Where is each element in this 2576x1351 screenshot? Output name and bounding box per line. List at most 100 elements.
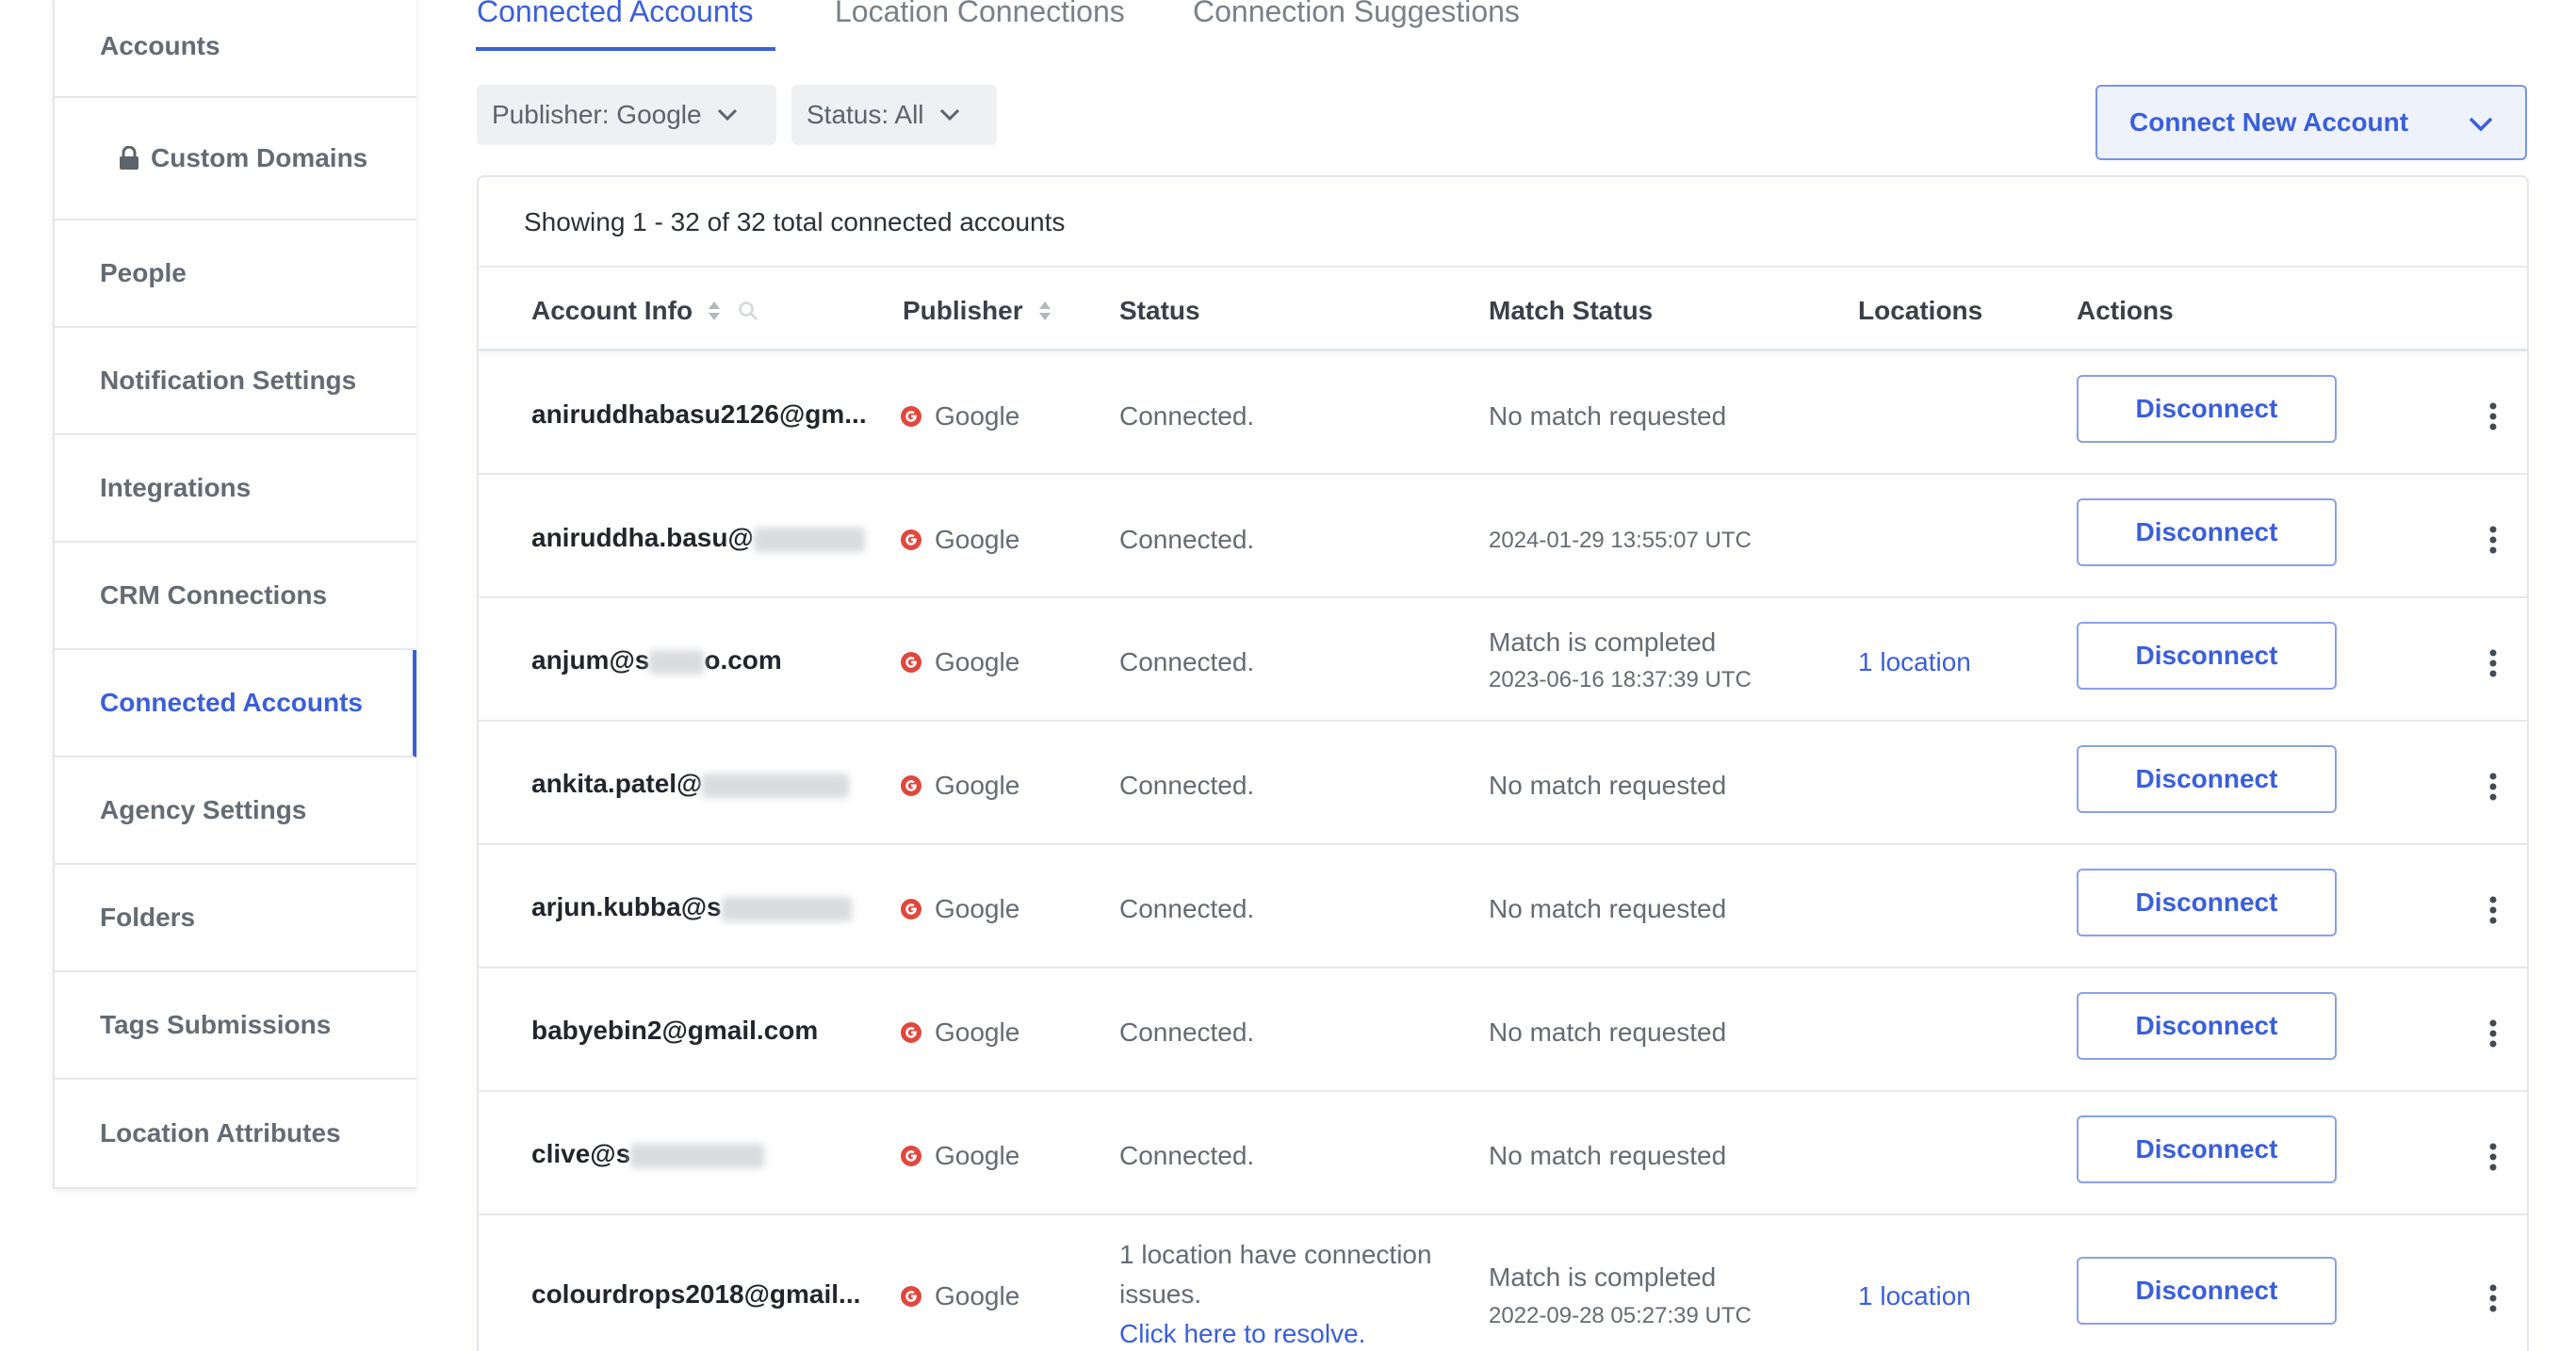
resolve-issues-link[interactable]: Click here to resolve. — [1119, 1319, 1365, 1349]
more-options-icon[interactable] — [2488, 1142, 2498, 1172]
google-icon — [901, 1146, 921, 1166]
status-text: Connected. — [1119, 894, 1255, 923]
match-status: Match is completed — [1489, 627, 1717, 657]
match-status: No match requested — [1489, 401, 1727, 431]
sidebar-item-label: Integrations — [100, 473, 252, 502]
more-options-icon[interactable] — [2488, 772, 2498, 802]
column-header-publisher[interactable]: Publisher — [903, 296, 1052, 326]
tab-connected-accounts[interactable]: Connected Accounts — [477, 0, 754, 29]
tab-location-connections[interactable]: Location Connections — [835, 0, 1125, 29]
redacted-text — [721, 896, 852, 921]
google-icon — [901, 406, 921, 427]
column-header-status: Status — [1119, 296, 1200, 325]
account-email: colourdrops2018@gmail... — [531, 1279, 861, 1309]
account-email-text: clive@s — [531, 1139, 631, 1168]
disconnect-button[interactable]: Disconnect — [2077, 992, 2337, 1060]
more-options-icon[interactable] — [2488, 1018, 2498, 1049]
sidebar-item-custom-domains[interactable]: Custom Domains — [55, 98, 416, 220]
publisher-name: Google — [935, 771, 1020, 800]
sidebar-item-people[interactable]: People — [55, 220, 416, 328]
account-email: babyebin2@gmail.com — [531, 1016, 819, 1045]
connect-new-account-button[interactable]: Connect New Account — [2095, 85, 2527, 160]
publisher-cell: Google — [901, 1281, 1019, 1311]
status-text: Connected. — [1119, 647, 1255, 676]
locations-link[interactable]: 1 location — [1858, 1281, 1971, 1311]
sidebar-item-accounts[interactable]: Accounts — [55, 0, 416, 98]
search-icon[interactable] — [738, 301, 758, 321]
publisher-name: Google — [935, 1017, 1020, 1047]
google-icon — [901, 775, 921, 796]
disconnect-button[interactable]: Disconnect — [2077, 498, 2337, 566]
sidebar-item-label: Custom Domains — [151, 143, 368, 172]
sidebar-item-folders[interactable]: Folders — [55, 865, 416, 972]
disconnect-button[interactable]: Disconnect — [2077, 375, 2337, 443]
disconnect-button[interactable]: Disconnect — [2077, 1115, 2337, 1183]
sidebar-item-connected-accounts[interactable]: Connected Accounts — [55, 650, 416, 757]
status-text: 1 location have connection — [1119, 1240, 1432, 1269]
sidebar-item-crm-connections[interactable]: CRM Connections — [55, 543, 416, 650]
column-header-label: Account Info — [531, 296, 693, 325]
publisher-name: Google — [935, 525, 1020, 554]
account-email-text: anjum@s — [531, 645, 650, 675]
google-icon — [901, 529, 921, 550]
sidebar-item-label: CRM Connections — [100, 580, 328, 610]
sidebar-item-location-attributes[interactable]: Location Attributes — [55, 1080, 416, 1187]
disconnect-button[interactable]: Disconnect — [2077, 745, 2337, 813]
redacted-text — [753, 527, 865, 552]
chevron-down-icon — [717, 108, 737, 122]
publisher-filter-dropdown[interactable]: Publisher: Google — [477, 85, 776, 145]
column-header-account-info[interactable]: Account Info — [531, 296, 758, 326]
sidebar-item-label: Notification Settings — [100, 366, 357, 395]
disconnect-button[interactable]: Disconnect — [2077, 1257, 2337, 1325]
sidebar-item-label: People — [100, 258, 187, 287]
locations-link[interactable]: 1 location — [1858, 647, 1971, 677]
sidebar-item-label: Location Attributes — [100, 1118, 341, 1148]
match-date: 2023-06-16 18:37:39 UTC — [1489, 667, 1752, 692]
sidebar-item-tags-submissions[interactable]: Tags Submissions — [55, 972, 416, 1080]
match-status: No match requested — [1489, 771, 1727, 800]
more-options-icon[interactable] — [2488, 648, 2498, 678]
publisher-cell: Google — [901, 1141, 1019, 1171]
sidebar-item-notification-settings[interactable]: Notification Settings — [55, 328, 416, 435]
tab-connection-suggestions[interactable]: Connection Suggestions — [1193, 0, 1520, 29]
column-header-locations: Locations — [1858, 296, 1983, 325]
match-status: No match requested — [1489, 894, 1727, 923]
sidebar-item-agency-settings[interactable]: Agency Settings — [55, 757, 416, 865]
publisher-cell: Google — [901, 894, 1019, 924]
settings-sidebar: Accounts Custom Domains People Notificat… — [53, 0, 416, 1189]
match-status: No match requested — [1489, 1141, 1727, 1170]
account-email-text: o.com — [704, 645, 782, 675]
sidebar-item-label: Folders — [100, 903, 196, 932]
status-text: Connected. — [1119, 401, 1255, 431]
more-options-icon[interactable] — [2488, 895, 2498, 925]
google-icon — [901, 652, 921, 673]
publisher-name: Google — [935, 1141, 1020, 1170]
disconnect-button[interactable]: Disconnect — [2077, 869, 2337, 936]
sort-icon[interactable] — [708, 301, 721, 321]
sidebar-item-label: Agency Settings — [100, 795, 307, 824]
disconnect-button[interactable]: Disconnect — [2077, 622, 2337, 690]
account-email: anjum@s o.com — [531, 645, 782, 676]
sidebar-item-integrations[interactable]: Integrations — [55, 435, 416, 543]
account-email-text: arjun.kubba@s — [531, 892, 722, 921]
column-header-label: Publisher — [903, 296, 1023, 325]
status-filter-dropdown[interactable]: Status: All — [791, 85, 997, 145]
google-icon — [901, 899, 921, 920]
google-icon — [901, 1286, 921, 1307]
active-tab-indicator — [476, 47, 775, 51]
match-status: Match is completed — [1489, 1262, 1717, 1292]
sidebar-item-label: Connected Accounts — [100, 688, 363, 717]
redacted-text — [630, 1143, 765, 1168]
more-options-icon[interactable] — [2488, 1283, 2498, 1313]
publisher-cell: Google — [901, 771, 1019, 801]
publisher-name: Google — [935, 401, 1020, 431]
status-text: issues. — [1119, 1279, 1202, 1309]
publisher-cell: Google — [901, 1017, 1019, 1048]
sort-icon[interactable] — [1038, 301, 1052, 321]
account-email: arjun.kubba@s — [531, 892, 852, 922]
connect-new-account-label: Connect New Account — [2129, 107, 2409, 137]
match-status: No match requested — [1489, 1017, 1727, 1047]
more-options-icon[interactable] — [2488, 401, 2498, 431]
status-filter-label: Status: All — [807, 100, 924, 129]
more-options-icon[interactable] — [2488, 525, 2498, 555]
